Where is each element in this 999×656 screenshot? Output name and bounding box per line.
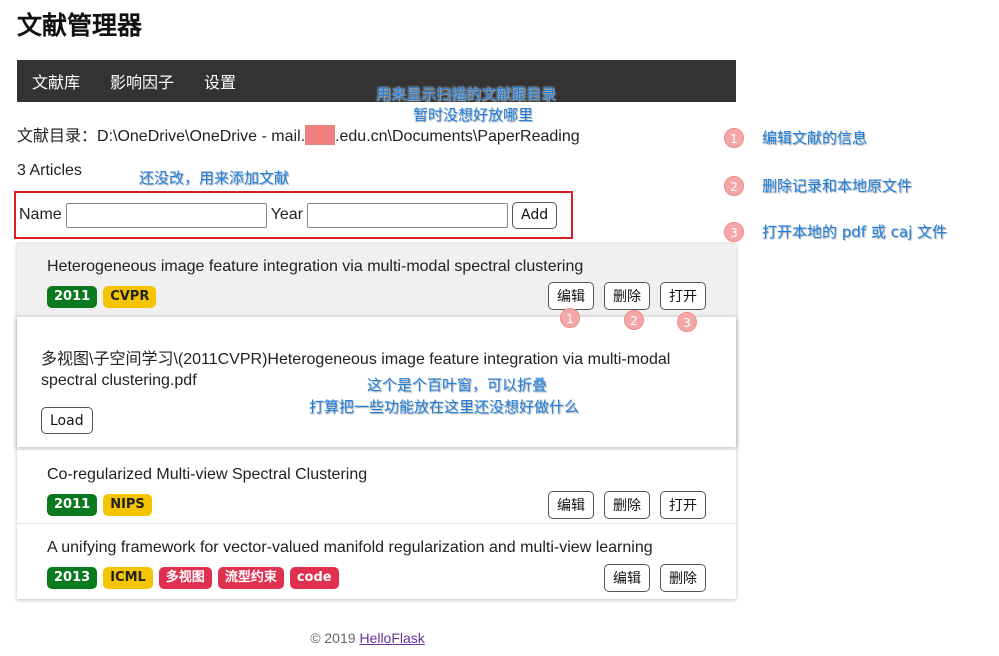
delete-button[interactable]: 删除 bbox=[604, 491, 650, 519]
footer-copyright: © 2019 bbox=[310, 630, 360, 646]
edit-button[interactable]: 编辑 bbox=[604, 564, 650, 592]
legend-text-3: 打开本地的 pdf 或 caj 文件 bbox=[762, 223, 948, 241]
article-list: Heterogeneous image feature integration … bbox=[17, 243, 736, 599]
annotation-form: 还没改，用来添加文献 bbox=[139, 169, 290, 187]
redaction-block bbox=[305, 125, 336, 145]
marker-open: 3 bbox=[677, 312, 697, 332]
open-button[interactable]: 打开 bbox=[660, 282, 706, 310]
annotation-collapse-2: 打算把一些功能放在这里还没想好做什么 bbox=[309, 398, 580, 416]
footer: © 2019 HelloFlask bbox=[0, 630, 735, 646]
marker-delete: 2 bbox=[624, 310, 644, 330]
article-title: A unifying framework for vector-valued m… bbox=[47, 539, 653, 556]
add-button[interactable]: Add bbox=[512, 201, 558, 229]
legend-marker-1: 1 bbox=[724, 128, 744, 148]
edit-button[interactable]: 编辑 bbox=[548, 491, 594, 519]
article-tags: 2013 ICML 多视图 流型约束 code bbox=[47, 567, 339, 589]
nav-library[interactable]: 文献库 bbox=[32, 69, 80, 93]
article-actions: 编辑 删除 打开 bbox=[548, 491, 706, 519]
year-tag: 2013 bbox=[47, 567, 98, 589]
nav-settings[interactable]: 设置 bbox=[204, 69, 236, 93]
name-label: Name bbox=[19, 206, 62, 223]
directory-label: 文献目录： bbox=[17, 126, 98, 145]
article-title: Co-regularized Multi-view Spectral Clust… bbox=[47, 466, 368, 483]
article-tags: 2011 NIPS bbox=[47, 494, 152, 516]
nav-impact-factor[interactable]: 影响因子 bbox=[110, 69, 174, 93]
delete-button[interactable]: 删除 bbox=[604, 282, 650, 310]
year-label: Year bbox=[270, 206, 304, 223]
legend-marker-3: 3 bbox=[724, 222, 744, 242]
venue-tag: CVPR bbox=[103, 286, 157, 308]
article-count: 3 Articles bbox=[17, 162, 82, 179]
legend-text-2: 删除记录和本地原文件 bbox=[762, 177, 913, 195]
article-title: Heterogeneous image feature integration … bbox=[47, 258, 584, 275]
open-button[interactable]: 打开 bbox=[660, 491, 706, 519]
footer-link[interactable]: HelloFlask bbox=[359, 630, 424, 646]
year-tag: 2011 bbox=[47, 494, 98, 516]
marker-edit: 1 bbox=[560, 308, 580, 328]
venue-tag: NIPS bbox=[103, 494, 152, 516]
directory-path-suffix: .edu.cn\Documents\PaperReading bbox=[335, 128, 580, 145]
annotation-nav-2: 暂时没想好放哪里 bbox=[413, 106, 534, 124]
article-item[interactable]: A unifying framework for vector-valued m… bbox=[17, 523, 736, 599]
year-tag: 2011 bbox=[47, 286, 98, 308]
page-title: 文献管理器 bbox=[17, 11, 143, 40]
annotation-nav-1: 用来显示扫描的文献跟目录 bbox=[376, 85, 557, 103]
topic-tag: 多视图 bbox=[158, 567, 212, 589]
annotation-collapse-1: 这个是个百叶窗，可以折叠 bbox=[367, 376, 548, 394]
topic-tag: 流型约束 bbox=[217, 567, 284, 589]
load-button[interactable]: Load bbox=[41, 407, 93, 434]
add-article-form: Name Year Add bbox=[14, 191, 573, 239]
legend-text-1: 编辑文献的信息 bbox=[762, 129, 868, 147]
edit-button[interactable]: 编辑 bbox=[548, 282, 594, 310]
directory-line: 文献目录：D:\OneDrive\OneDrive - mail. .edu.cn… bbox=[17, 122, 580, 146]
article-actions: 编辑 删除 bbox=[604, 564, 706, 592]
topic-tag: code bbox=[289, 567, 339, 589]
article-tags: 2011 CVPR bbox=[47, 286, 157, 308]
article-item[interactable]: Co-regularized Multi-view Spectral Clust… bbox=[17, 449, 736, 523]
name-input[interactable] bbox=[65, 202, 267, 228]
delete-button[interactable]: 删除 bbox=[660, 564, 706, 592]
year-input[interactable] bbox=[307, 202, 509, 228]
venue-tag: ICML bbox=[103, 567, 153, 589]
directory-path-prefix: D:\OneDrive\OneDrive - mail. bbox=[97, 128, 306, 145]
article-item[interactable]: Heterogeneous image feature integration … bbox=[17, 243, 736, 317]
article-actions: 编辑 删除 打开 bbox=[548, 282, 706, 310]
legend-marker-2: 2 bbox=[724, 176, 744, 196]
